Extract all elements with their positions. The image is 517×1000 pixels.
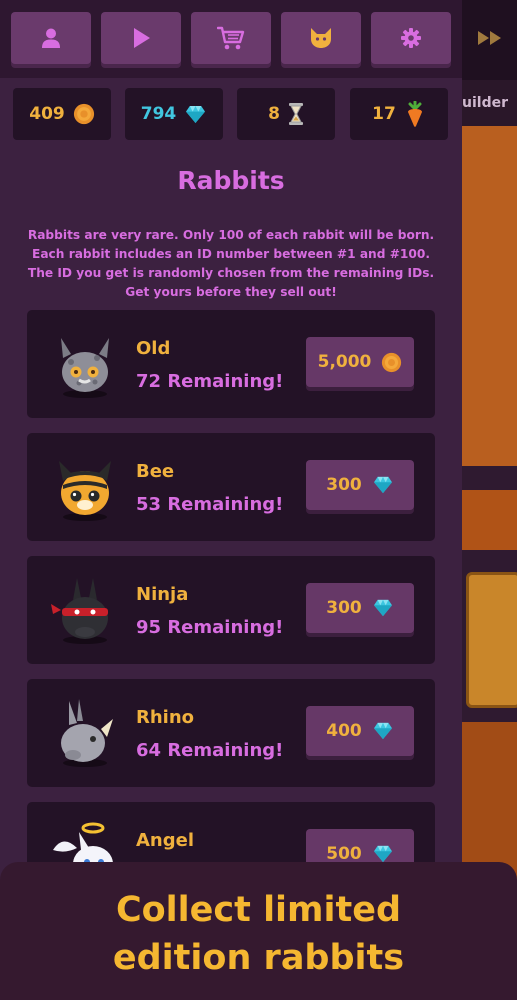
- pets-button[interactable]: [281, 12, 361, 64]
- price-label: 300: [326, 475, 362, 495]
- rabbit-name: Ninja: [136, 584, 189, 605]
- profile-button[interactable]: [11, 12, 91, 64]
- rabbit-card-rhino: Rhino 64 Remaining! 400: [27, 679, 435, 787]
- ninja-rabbit-image: [51, 578, 108, 644]
- shop-title: Rabbits: [177, 166, 285, 195]
- background-orange-area: [462, 126, 517, 466]
- resource-bar: 409 794 8 17: [0, 78, 462, 150]
- gem-counter: 794: [125, 88, 223, 140]
- gem-icon: [372, 599, 394, 617]
- rabbit-list[interactable]: Old 72 Remaining! 5,000 Bee 53 Remaining…: [0, 310, 462, 862]
- gem-icon: [184, 105, 207, 124]
- background-card: [466, 572, 517, 708]
- angel-rabbit-image: [53, 822, 113, 862]
- rabbit-name: Angel: [136, 830, 195, 851]
- background-dirt: [462, 722, 517, 882]
- fast-forward-icon: [477, 31, 501, 45]
- carrot-counter: 17: [350, 88, 448, 140]
- buy-bee-button[interactable]: 300: [306, 460, 414, 510]
- cat-face-icon: [311, 28, 331, 48]
- rabbit-card-angel: Angel 500: [27, 802, 435, 862]
- hourglass-count: 8: [268, 104, 280, 124]
- gem-icon: [372, 722, 394, 740]
- shop-button[interactable]: [191, 12, 271, 64]
- hourglass-icon: [288, 103, 303, 125]
- gem-icon: [372, 845, 394, 862]
- rabbit-shop-panel: 409 794 8 17 Rabbits Rabbits are very ra…: [0, 0, 462, 1000]
- background-builder-tab: uilder: [462, 80, 517, 126]
- rabbit-remaining: 53 Remaining!: [136, 494, 284, 515]
- rabbit-card-bee: Bee 53 Remaining! 300: [27, 433, 435, 541]
- cart-icon: [217, 26, 245, 50]
- price-label: 5,000: [317, 352, 372, 372]
- promo-caption: Collect limited edition rabbits: [0, 886, 517, 982]
- gem-count: 794: [140, 104, 177, 124]
- buy-old-button[interactable]: 5,000: [306, 337, 414, 387]
- gem-icon: [372, 476, 394, 494]
- rabbit-card-ninja: Ninja 95 Remaining! 300: [27, 556, 435, 664]
- rabbit-name: Bee: [136, 461, 175, 482]
- coin-icon: [381, 352, 402, 373]
- old-rabbit-image: [61, 338, 109, 398]
- price-label: 300: [326, 598, 362, 618]
- buy-ninja-button[interactable]: 300: [306, 583, 414, 633]
- carrot-count: 17: [372, 104, 396, 124]
- promo-line-2: edition rabbits: [112, 938, 405, 978]
- price-label: 400: [326, 721, 362, 741]
- background-game-scene: uilder: [462, 0, 517, 1000]
- fast-forward-button[interactable]: [462, 12, 517, 64]
- bee-rabbit-image: [59, 461, 111, 521]
- promo-banner: Collect limited edition rabbits: [0, 862, 517, 1000]
- coin-icon: [73, 103, 95, 125]
- shop-description: Rabbits are very rare. Only 100 of each …: [27, 228, 435, 299]
- settings-button[interactable]: [371, 12, 451, 64]
- price-label: 500: [326, 844, 362, 862]
- rabbit-name: Old: [136, 338, 171, 359]
- play-icon: [134, 28, 150, 48]
- buy-angel-button[interactable]: 500: [306, 829, 414, 862]
- rabbit-card-old: Old 72 Remaining! 5,000: [27, 310, 435, 418]
- background-builder-label: uilder: [462, 95, 508, 111]
- rabbit-remaining: 95 Remaining!: [136, 617, 284, 638]
- hourglass-counter: 8: [237, 88, 335, 140]
- gear-icon: [401, 28, 421, 48]
- coin-count: 409: [29, 104, 65, 124]
- rhino-rabbit-image: [61, 699, 113, 767]
- rabbit-name: Rhino: [136, 707, 195, 728]
- play-button[interactable]: [101, 12, 181, 64]
- top-toolbar: [0, 0, 462, 78]
- buy-rhino-button[interactable]: 400: [306, 706, 414, 756]
- promo-line-1: Collect limited: [115, 890, 402, 930]
- carrot-icon: [407, 101, 422, 127]
- background-orange-strip: [462, 490, 517, 550]
- rabbit-remaining: 72 Remaining!: [136, 371, 284, 392]
- rabbit-remaining: 64 Remaining!: [136, 740, 284, 761]
- person-icon: [42, 28, 60, 48]
- coin-counter: 409: [13, 88, 111, 140]
